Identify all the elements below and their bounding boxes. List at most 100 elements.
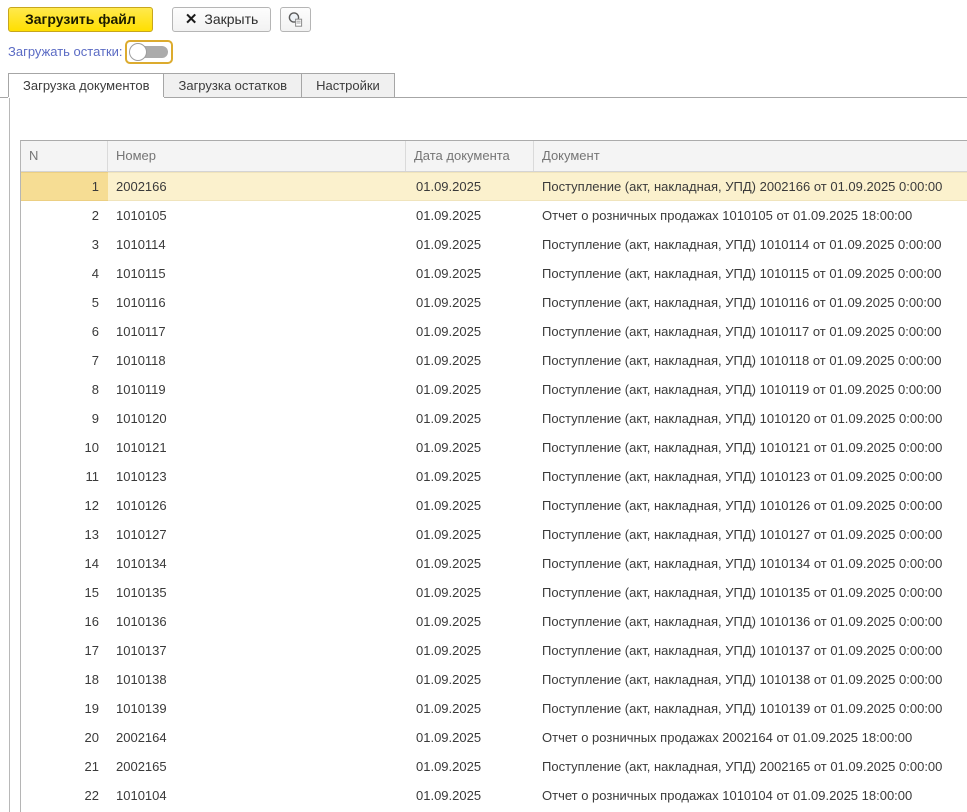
cell-document[interactable]: Поступление (акт, накладная, УПД) 101012… xyxy=(534,404,967,433)
cell-date[interactable]: 01.09.2025 xyxy=(406,172,534,201)
cell-n[interactable]: 12 xyxy=(21,491,108,520)
cell-document[interactable]: Поступление (акт, накладная, УПД) 101013… xyxy=(534,636,967,665)
cell-number[interactable]: 1010137 xyxy=(108,636,406,665)
cell-document[interactable]: Поступление (акт, накладная, УПД) 101011… xyxy=(534,346,967,375)
table-row[interactable]: 9 1010120 01.09.2025 Поступление (акт, н… xyxy=(21,404,967,433)
cell-date[interactable]: 01.09.2025 xyxy=(406,230,534,259)
cell-document[interactable]: Поступление (акт, накладная, УПД) 200216… xyxy=(534,752,967,781)
cell-n[interactable]: 2 xyxy=(21,201,108,230)
cell-n[interactable]: 14 xyxy=(21,549,108,578)
documents-table[interactable]: N Номер Дата документа Документ 1 200216… xyxy=(20,140,967,812)
table-row[interactable]: 20 2002164 01.09.2025 Отчет о розничных … xyxy=(21,723,967,752)
cell-n[interactable]: 6 xyxy=(21,317,108,346)
tab-load-remainders[interactable]: Загрузка остатков xyxy=(163,73,303,97)
cell-document[interactable]: Отчет о розничных продажах 1010105 от 01… xyxy=(534,201,967,230)
cell-number[interactable]: 1010123 xyxy=(108,462,406,491)
cell-date[interactable]: 01.09.2025 xyxy=(406,607,534,636)
table-row[interactable]: 22 1010104 01.09.2025 Отчет о розничных … xyxy=(21,781,967,810)
table-row[interactable]: 21 2002165 01.09.2025 Поступление (акт, … xyxy=(21,752,967,781)
table-row[interactable]: 10 1010121 01.09.2025 Поступление (акт, … xyxy=(21,433,967,462)
table-row[interactable]: 1 2002166 01.09.2025 Поступление (акт, н… xyxy=(21,172,967,201)
cell-document[interactable]: Поступление (акт, накладная, УПД) 101012… xyxy=(534,491,967,520)
tab-settings[interactable]: Настройки xyxy=(301,73,395,97)
cell-n[interactable]: 16 xyxy=(21,607,108,636)
cell-document[interactable]: Поступление (акт, накладная, УПД) 101011… xyxy=(534,259,967,288)
tab-load-documents[interactable]: Загрузка документов xyxy=(8,73,165,97)
cell-n[interactable]: 1 xyxy=(21,172,108,201)
cell-n[interactable]: 8 xyxy=(21,375,108,404)
cell-document[interactable]: Отчет о розничных продажах 2002164 от 01… xyxy=(534,723,967,752)
table-row[interactable]: 3 1010114 01.09.2025 Поступление (акт, н… xyxy=(21,230,967,259)
column-header-number[interactable]: Номер xyxy=(108,141,406,171)
cell-document[interactable]: Поступление (акт, накладная, УПД) 101012… xyxy=(534,433,967,462)
cell-date[interactable]: 01.09.2025 xyxy=(406,723,534,752)
table-row[interactable]: 12 1010126 01.09.2025 Поступление (акт, … xyxy=(21,491,967,520)
cell-n[interactable]: 15 xyxy=(21,578,108,607)
cell-n[interactable]: 9 xyxy=(21,404,108,433)
cell-date[interactable]: 01.09.2025 xyxy=(406,781,534,810)
cell-document[interactable]: Поступление (акт, накладная, УПД) 101013… xyxy=(534,578,967,607)
cell-number[interactable]: 1010117 xyxy=(108,317,406,346)
column-header-date[interactable]: Дата документа xyxy=(406,141,534,171)
cell-number[interactable]: 1010121 xyxy=(108,433,406,462)
cell-n[interactable]: 19 xyxy=(21,694,108,723)
change-form-button[interactable] xyxy=(280,7,312,32)
cell-document[interactable]: Поступление (акт, накладная, УПД) 101013… xyxy=(534,549,967,578)
table-row[interactable]: 18 1010138 01.09.2025 Поступление (акт, … xyxy=(21,665,967,694)
cell-n[interactable]: 17 xyxy=(21,636,108,665)
table-row[interactable]: 19 1010139 01.09.2025 Поступление (акт, … xyxy=(21,694,967,723)
cell-number[interactable]: 1010138 xyxy=(108,665,406,694)
cell-n[interactable]: 22 xyxy=(21,781,108,810)
cell-number[interactable]: 1010114 xyxy=(108,230,406,259)
table-row[interactable]: 6 1010117 01.09.2025 Поступление (акт, н… xyxy=(21,317,967,346)
table-row[interactable]: 5 1010116 01.09.2025 Поступление (акт, н… xyxy=(21,288,967,317)
cell-document[interactable]: Поступление (акт, накладная, УПД) 101012… xyxy=(534,520,967,549)
cell-date[interactable]: 01.09.2025 xyxy=(406,694,534,723)
cell-number[interactable]: 1010116 xyxy=(108,288,406,317)
cell-number[interactable]: 1010134 xyxy=(108,549,406,578)
cell-date[interactable]: 01.09.2025 xyxy=(406,375,534,404)
table-row[interactable]: 16 1010136 01.09.2025 Поступление (акт, … xyxy=(21,607,967,636)
column-header-document[interactable]: Документ xyxy=(534,141,967,171)
cell-date[interactable]: 01.09.2025 xyxy=(406,578,534,607)
cell-number[interactable]: 1010135 xyxy=(108,578,406,607)
cell-number[interactable]: 1010127 xyxy=(108,520,406,549)
cell-number[interactable]: 1010126 xyxy=(108,491,406,520)
cell-date[interactable]: 01.09.2025 xyxy=(406,201,534,230)
cell-n[interactable]: 4 xyxy=(21,259,108,288)
cell-n[interactable]: 13 xyxy=(21,520,108,549)
table-row[interactable]: 2 1010105 01.09.2025 Отчет о розничных п… xyxy=(21,201,967,230)
table-row[interactable]: 17 1010137 01.09.2025 Поступление (акт, … xyxy=(21,636,967,665)
cell-number[interactable]: 2002165 xyxy=(108,752,406,781)
cell-n[interactable]: 20 xyxy=(21,723,108,752)
cell-n[interactable]: 18 xyxy=(21,665,108,694)
table-row[interactable]: 4 1010115 01.09.2025 Поступление (акт, н… xyxy=(21,259,967,288)
cell-n[interactable]: 10 xyxy=(21,433,108,462)
cell-date[interactable]: 01.09.2025 xyxy=(406,665,534,694)
cell-document[interactable]: Поступление (акт, накладная, УПД) 101011… xyxy=(534,375,967,404)
cell-number[interactable]: 1010139 xyxy=(108,694,406,723)
table-row[interactable]: 13 1010127 01.09.2025 Поступление (акт, … xyxy=(21,520,967,549)
cell-document[interactable]: Поступление (акт, накладная, УПД) 200216… xyxy=(534,172,967,201)
cell-number[interactable]: 2002164 xyxy=(108,723,406,752)
cell-date[interactable]: 01.09.2025 xyxy=(406,491,534,520)
cell-date[interactable]: 01.09.2025 xyxy=(406,520,534,549)
cell-n[interactable]: 21 xyxy=(21,752,108,781)
table-row[interactable]: 7 1010118 01.09.2025 Поступление (акт, н… xyxy=(21,346,967,375)
cell-date[interactable]: 01.09.2025 xyxy=(406,346,534,375)
cell-n[interactable]: 7 xyxy=(21,346,108,375)
cell-document[interactable]: Поступление (акт, накладная, УПД) 101011… xyxy=(534,230,967,259)
cell-n[interactable]: 3 xyxy=(21,230,108,259)
cell-n[interactable]: 11 xyxy=(21,462,108,491)
close-button[interactable]: ✕ Закрыть xyxy=(171,7,272,32)
cell-date[interactable]: 01.09.2025 xyxy=(406,288,534,317)
load-remainders-toggle[interactable] xyxy=(124,40,173,64)
cell-date[interactable]: 01.09.2025 xyxy=(406,549,534,578)
table-row[interactable]: 15 1010135 01.09.2025 Поступление (акт, … xyxy=(21,578,967,607)
cell-number[interactable]: 1010120 xyxy=(108,404,406,433)
load-file-button[interactable]: Загрузить файл xyxy=(8,7,153,32)
cell-document[interactable]: Поступление (акт, накладная, УПД) 101013… xyxy=(534,665,967,694)
cell-document[interactable]: Отчет о розничных продажах 1010104 от 01… xyxy=(534,781,967,810)
cell-document[interactable]: Поступление (акт, накладная, УПД) 101013… xyxy=(534,694,967,723)
column-header-n[interactable]: N xyxy=(21,141,108,171)
